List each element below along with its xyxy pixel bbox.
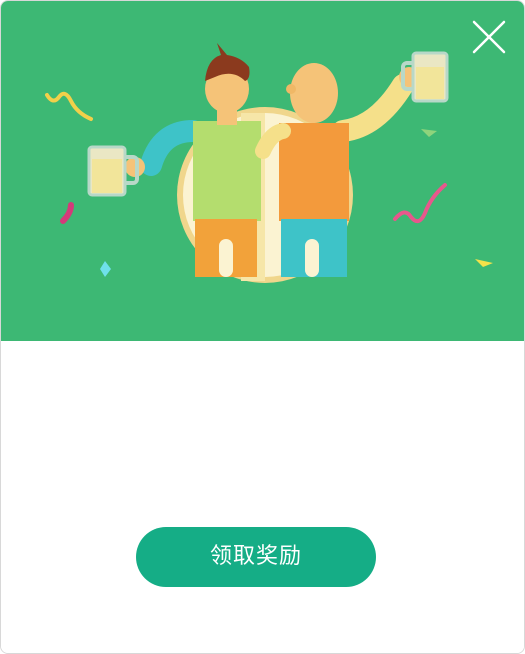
close-button[interactable] <box>469 17 509 57</box>
claim-reward-button[interactable]: 领取奖励 <box>136 527 376 587</box>
confetti-green-triangle <box>421 129 437 137</box>
left-beer-liquid <box>92 159 122 193</box>
close-icon <box>472 20 506 54</box>
celebration-banner <box>1 1 524 341</box>
right-man-ear <box>286 84 296 94</box>
right-man-leg <box>305 239 319 277</box>
reward-dialog: 领取奖励 <box>0 0 525 654</box>
right-man-shirt <box>279 123 349 221</box>
confetti-ribbon-pink <box>393 183 447 224</box>
confetti-pink-bit <box>60 202 74 224</box>
celebration-illustration <box>45 43 493 283</box>
right-beer-liquid <box>416 67 444 99</box>
left-man-leg <box>219 239 233 277</box>
confetti-yellow-triangle <box>475 259 493 267</box>
confetti-ribbon-yellow <box>45 91 93 121</box>
dialog-body: 领取奖励 <box>1 341 524 653</box>
confetti-blue-diamond <box>100 261 111 277</box>
right-man-arm <box>332 74 414 142</box>
left-man-shirt <box>193 121 261 221</box>
right-man-head <box>290 63 338 123</box>
